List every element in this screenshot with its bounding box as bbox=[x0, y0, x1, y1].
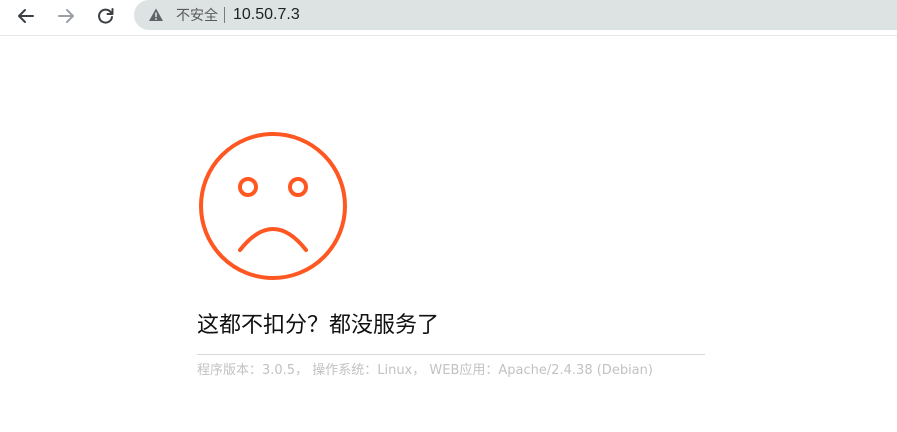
reload-icon bbox=[98, 8, 114, 24]
divider bbox=[197, 354, 705, 355]
address-bar[interactable]: 不安全 10.50.7.3 bbox=[134, 0, 897, 30]
browser-toolbar: 不安全 10.50.7.3 bbox=[0, 0, 897, 36]
web-app-info: WEB应用：Apache/2.4.38 (Debian) bbox=[429, 363, 653, 378]
security-status-label[interactable]: 不安全 bbox=[176, 5, 218, 25]
program-version: 程序版本：3.0.5， bbox=[197, 363, 309, 378]
back-button[interactable] bbox=[12, 2, 40, 30]
server-info: 程序版本：3.0.5， 操作系统：Linux， WEB应用：Apache/2.4… bbox=[197, 359, 705, 378]
arrow-left-icon bbox=[18, 9, 34, 23]
os-info: 操作系统：Linux， bbox=[312, 363, 426, 378]
sad-face-icon bbox=[199, 132, 347, 280]
error-message: 这都不扣分？都没服务了 bbox=[197, 313, 440, 338]
arrow-right-icon bbox=[58, 9, 74, 23]
url-text[interactable]: 10.50.7.3 bbox=[233, 6, 300, 24]
url-separator bbox=[224, 7, 225, 23]
warning-triangle-icon[interactable] bbox=[148, 7, 164, 23]
error-content: 这都不扣分？都没服务了 程序版本：3.0.5， 操作系统：Linux， WEB应… bbox=[197, 130, 705, 378]
forward-button[interactable] bbox=[52, 2, 80, 30]
reload-button[interactable] bbox=[92, 2, 120, 30]
